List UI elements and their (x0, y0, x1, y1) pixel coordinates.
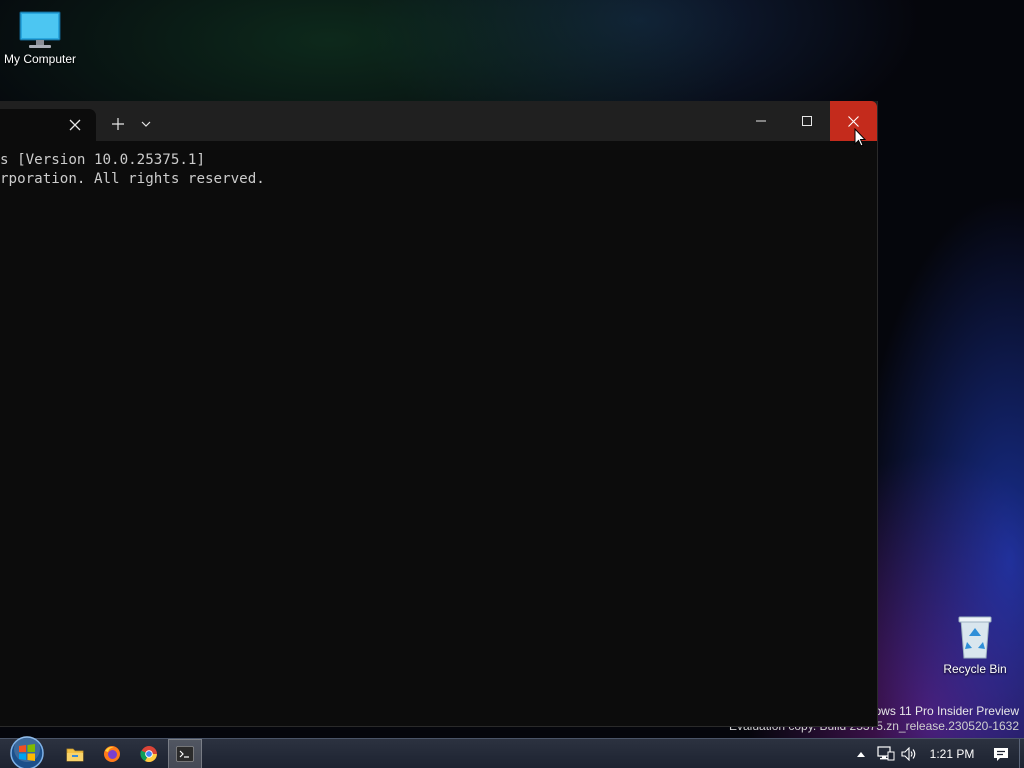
taskbar-firefox[interactable] (95, 739, 129, 768)
terminal-window: s [Version 10.0.25375.1] rporation. All r… (0, 101, 878, 727)
close-icon (848, 115, 859, 127)
mouse-pointer-icon (854, 128, 866, 147)
new-tab-button[interactable] (105, 111, 131, 137)
desktop: My Computer Recycle Bin dows 11 Pro Insi… (0, 0, 1024, 768)
tab-dropdown-button[interactable] (134, 111, 158, 137)
taskbar-file-explorer[interactable] (58, 739, 92, 768)
tab-close-button[interactable] (66, 116, 84, 134)
maximize-button[interactable] (784, 101, 830, 141)
desktop-icon-label: My Computer (3, 52, 77, 66)
minimize-icon (756, 120, 766, 122)
chevron-down-icon (141, 121, 151, 127)
terminal-icon (176, 746, 194, 762)
title-bar[interactable] (0, 101, 877, 141)
plus-icon (112, 118, 124, 130)
show-desktop-button[interactable] (1019, 739, 1024, 768)
volume-icon (901, 747, 916, 761)
taskbar-clock[interactable]: 1:21 PM (922, 739, 982, 768)
chrome-icon (140, 746, 157, 763)
network-icon (877, 746, 895, 761)
volume-tray-button[interactable] (899, 739, 919, 768)
show-hidden-icons-button[interactable] (853, 739, 869, 768)
chevron-up-icon (857, 751, 865, 757)
close-icon (69, 119, 81, 131)
console-line: s [Version 10.0.25375.1] (0, 152, 205, 168)
taskbar-chrome[interactable] (132, 739, 166, 768)
recycle-bin-icon (958, 616, 992, 659)
action-center-icon (994, 747, 1008, 761)
console-line: rporation. All rights reserved. (0, 171, 265, 187)
desktop-icon-recycle-bin[interactable]: Recycle Bin (935, 614, 1015, 676)
maximize-icon (802, 116, 812, 126)
windows-orb-icon (10, 736, 44, 768)
console-output[interactable]: s [Version 10.0.25375.1] rporation. All r… (0, 151, 870, 189)
taskbar-terminal[interactable] (168, 739, 202, 768)
minimize-button[interactable] (738, 101, 784, 141)
desktop-icon-my-computer[interactable]: My Computer (0, 10, 80, 66)
firefox-icon (104, 746, 120, 762)
network-tray-button[interactable] (875, 739, 897, 768)
monitor-icon (19, 11, 61, 48)
terminal-tab[interactable] (0, 109, 96, 141)
desktop-icon-label: Recycle Bin (943, 662, 1007, 676)
watermark-line-1: dows 11 Pro Insider Preview (867, 704, 1019, 718)
start-button[interactable] (4, 735, 50, 768)
taskbar: 1:21 PM (0, 735, 1024, 768)
action-center-button[interactable] (990, 739, 1012, 768)
folder-icon (66, 748, 84, 761)
